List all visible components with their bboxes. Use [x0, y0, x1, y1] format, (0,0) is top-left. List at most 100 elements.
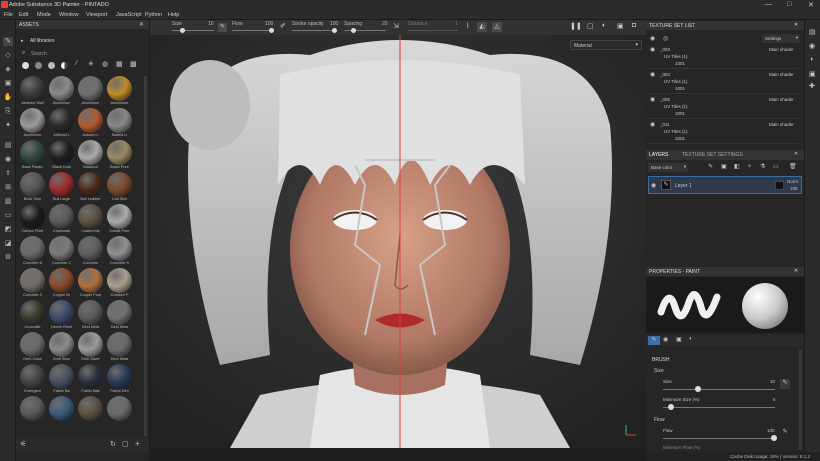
material-swatch[interactable]: [20, 236, 45, 261]
filter-env-icon[interactable]: ▩: [130, 60, 137, 68]
material-swatch[interactable]: [20, 76, 45, 101]
min-size-value[interactable]: 5: [773, 397, 776, 402]
material-swatch[interactable]: [107, 108, 132, 133]
eye-icon[interactable]: ◉: [650, 71, 655, 78]
shelf-icon[interactable]: ▥: [3, 197, 13, 206]
eye-icon[interactable]: ◉: [650, 96, 655, 103]
minimize-button[interactable]: —: [765, 1, 772, 8]
flow-slider[interactable]: [232, 30, 274, 31]
texture-set-name[interactable]: _004: [660, 72, 670, 77]
add-folder-icon[interactable]: ▭: [773, 163, 779, 170]
search-input[interactable]: Search: [31, 51, 47, 57]
material-swatch[interactable]: [78, 268, 103, 293]
material-swatch[interactable]: [49, 76, 74, 101]
texture-set-shader[interactable]: Main shader: [769, 97, 794, 102]
material-swatch[interactable]: [107, 204, 132, 229]
material-swatch[interactable]: [107, 300, 132, 325]
uv-tiles-label[interactable]: UV Tiles (1): [664, 79, 688, 84]
material-swatch[interactable]: [78, 108, 103, 133]
uv-tiles-label[interactable]: UV Tiles (1): [664, 129, 688, 134]
library-expand-icon[interactable]: ▸: [21, 38, 24, 44]
smudge-icon[interactable]: ✋: [3, 93, 13, 102]
material-swatch[interactable]: [78, 236, 103, 261]
eye-icon[interactable]: ◉: [650, 121, 655, 128]
material-swatch[interactable]: [49, 108, 74, 133]
menu-file[interactable]: File: [4, 12, 13, 18]
flow-pressure-button[interactable]: ✎: [780, 428, 790, 438]
add-mask-icon[interactable]: ◧: [734, 163, 740, 170]
display-settings-icon[interactable]: ◉: [809, 42, 815, 50]
texture-set-name[interactable]: _005: [660, 97, 670, 102]
maximize-button[interactable]: □: [787, 1, 791, 8]
add-paint-layer-icon[interactable]: ✎: [708, 163, 713, 170]
material-swatch[interactable]: [49, 396, 74, 421]
add-filter-icon[interactable]: ⚗: [760, 163, 765, 170]
projection-icon[interactable]: ◈: [3, 65, 13, 74]
render-icon[interactable]: ▣: [617, 22, 624, 30]
settings-dropdown[interactable]: Settings ▾: [762, 34, 800, 43]
material-swatch[interactable]: [49, 268, 74, 293]
material-swatch[interactable]: [49, 172, 74, 197]
play-pause-icon[interactable]: ❚❚: [570, 22, 582, 30]
menu-window[interactable]: Window: [59, 12, 79, 18]
uv-tile-id[interactable]: 1001: [675, 111, 685, 116]
3d-viewport[interactable]: Material ▾: [150, 35, 646, 448]
material-swatch[interactable]: [20, 204, 45, 229]
material-swatch[interactable]: [107, 236, 132, 261]
texture-set-shader[interactable]: Main shader: [769, 47, 794, 52]
video-icon[interactable]: ◘: [632, 22, 636, 29]
geometry-fill-icon[interactable]: ▣: [3, 79, 13, 88]
layer-row[interactable]: ◉ ✎ Layer 1 Norm 100: [648, 176, 802, 194]
paint-brush-icon[interactable]: ✎: [3, 37, 13, 46]
distance-slider[interactable]: [408, 30, 458, 31]
display-icon[interactable]: ◐: [602, 22, 606, 29]
refresh-icon[interactable]: ↻: [110, 440, 116, 448]
material-swatch[interactable]: [20, 332, 45, 357]
min-size-knob[interactable]: [668, 404, 674, 410]
export-icon[interactable]: ⇪: [3, 169, 13, 178]
material-tab-icon[interactable]: ◉: [663, 336, 668, 343]
delete-icon[interactable]: 🗑: [789, 163, 797, 170]
stroke-opacity-value[interactable]: 100: [330, 21, 338, 27]
size-value[interactable]: 10: [770, 379, 775, 384]
camera-icon[interactable]: ▢: [587, 22, 594, 30]
material-swatch[interactable]: [49, 236, 74, 261]
layers-icon[interactable]: ◩: [3, 225, 13, 234]
lazy-mouse-icon[interactable]: ⌇: [466, 22, 469, 30]
alpha-tab-icon[interactable]: ▣: [676, 336, 682, 343]
size-slider-knob[interactable]: [695, 386, 701, 392]
close-button[interactable]: ✕: [808, 1, 814, 9]
material-swatch[interactable]: [49, 364, 74, 389]
size-value[interactable]: 10: [208, 21, 214, 27]
close-icon[interactable]: ✕: [794, 268, 798, 274]
tab-layers[interactable]: LAYERS: [649, 152, 668, 158]
material-swatch[interactable]: [20, 300, 45, 325]
material-swatch[interactable]: [78, 140, 103, 165]
stroke-opacity-slider[interactable]: [292, 30, 334, 31]
distance-value[interactable]: 1: [455, 21, 458, 27]
material-swatch[interactable]: [78, 300, 103, 325]
add-icon[interactable]: +: [135, 439, 140, 448]
polygon-fill-icon[interactable]: ▤: [3, 141, 13, 150]
visibility-icon[interactable]: ◉: [650, 35, 655, 42]
size-slider-knob[interactable]: [180, 28, 185, 33]
material-swatch[interactable]: [20, 140, 45, 165]
material-swatch[interactable]: [20, 268, 45, 293]
material-swatch[interactable]: [49, 300, 74, 325]
flow-value[interactable]: 100: [767, 428, 775, 433]
layer-name[interactable]: Layer 1: [675, 183, 692, 189]
close-icon[interactable]: ✕: [794, 22, 798, 28]
menu-mode[interactable]: Mode: [37, 12, 51, 18]
settings-icon[interactable]: ⚙: [3, 253, 13, 262]
texture-set-name[interactable]: _003: [660, 47, 670, 52]
uv-tile-id[interactable]: 1001: [675, 136, 685, 141]
spacing-value[interactable]: 20: [382, 21, 388, 27]
uv-tiles-label[interactable]: UV Tiles (1): [664, 54, 688, 59]
transform-icon[interactable]: ◬: [492, 22, 502, 32]
menu-edit[interactable]: Edit: [19, 12, 28, 18]
add-fill-layer-icon[interactable]: ▣: [721, 163, 727, 170]
library-name[interactable]: All libraries: [30, 38, 54, 44]
bake-icon[interactable]: ▣: [809, 70, 816, 78]
material-swatch[interactable]: [107, 268, 132, 293]
filter-texture-icon[interactable]: ▦: [116, 60, 123, 68]
